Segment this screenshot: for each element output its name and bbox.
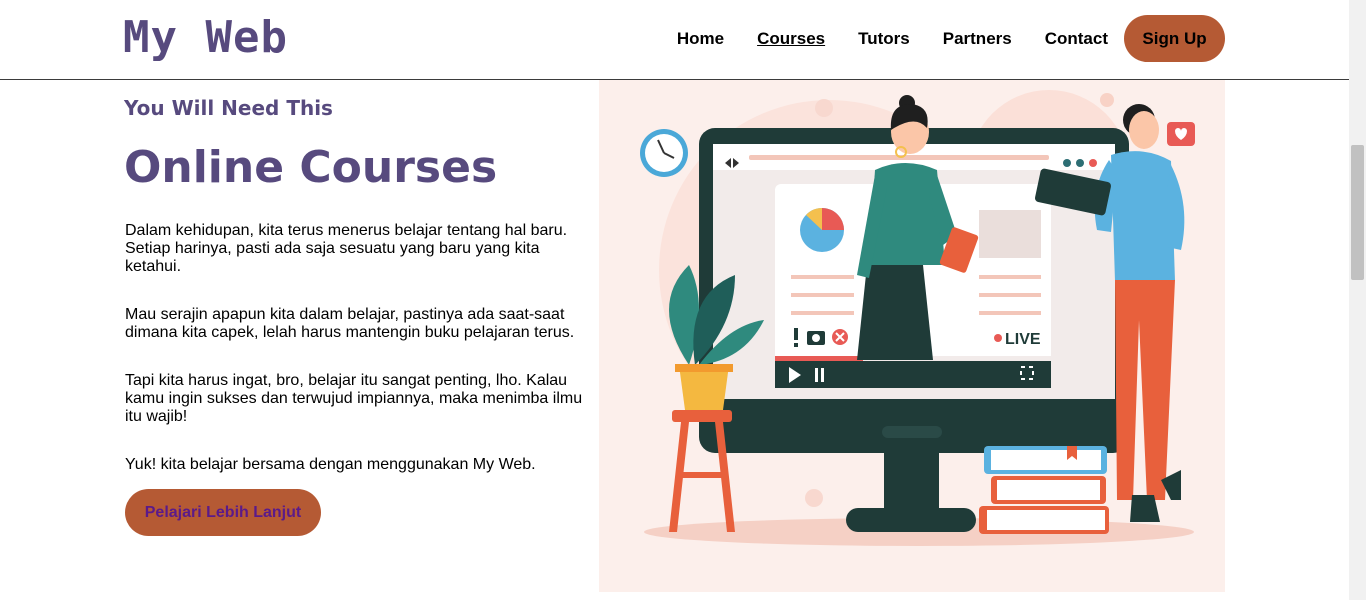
site-logo[interactable]: My Web — [123, 12, 288, 64]
site-header: My Web Home Courses Tutors Partners Cont… — [0, 0, 1349, 80]
live-indicator-label: LIVE — [1005, 331, 1041, 348]
intro-paragraph-4: Yuk! kita belajar bersama dengan menggun… — [125, 456, 536, 473]
online-course-illustration: LIVE — [640, 90, 1195, 546]
nav-link-contact[interactable]: Contact — [1045, 29, 1108, 49]
hero-illustration: LIVE — [599, 80, 1225, 592]
decor-dot — [1100, 93, 1114, 107]
nav-link-home[interactable]: Home — [677, 29, 724, 49]
decor-dot — [815, 99, 833, 117]
section-eyebrow: You Will Need This — [124, 96, 333, 120]
signup-button[interactable]: Sign Up — [1124, 15, 1225, 62]
intro-paragraph-1: Dalam kehidupan, kita terus menerus bela… — [125, 222, 568, 275]
nav-link-tutors[interactable]: Tutors — [858, 29, 910, 49]
intro-paragraph-3: Tapi kita harus ingat, bro, belajar itu … — [125, 372, 583, 425]
scrollbar-thumb[interactable] — [1351, 145, 1364, 280]
intro-paragraph-2: Mau serajin apapun kita dalam belajar, p… — [125, 306, 575, 341]
main-nav: Home Courses Tutors Partners Contact Sig… — [644, 15, 1225, 62]
learn-more-button[interactable]: Pelajari Lebih Lanjut — [125, 489, 321, 536]
clock-icon — [640, 129, 688, 177]
book-stack — [979, 446, 1109, 534]
decor-dot — [805, 489, 823, 507]
nav-link-partners[interactable]: Partners — [943, 29, 1012, 49]
page-title: Online Courses — [124, 142, 498, 193]
page-scrollbar[interactable] — [1349, 0, 1366, 600]
nav-link-courses[interactable]: Courses — [757, 29, 825, 49]
